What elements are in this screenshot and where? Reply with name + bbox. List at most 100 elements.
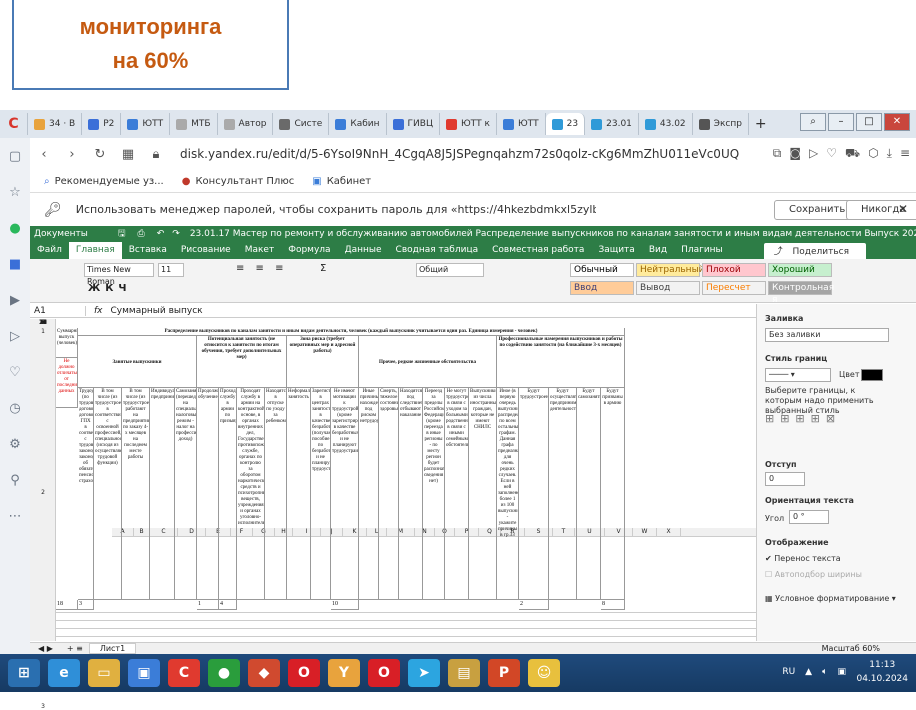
play-icon[interactable]: ▷ [809,146,818,162]
maximize-button[interactable]: □ [856,113,882,131]
extensions-icon[interactable]: ⬡ [868,146,878,162]
forward-icon[interactable]: › [58,147,86,162]
column-a-note[interactable]: Не должно отличаться от последних данных [56,358,78,408]
yandex-browser-icon[interactable]: Y [328,659,360,687]
files-icon[interactable]: ▤ [448,659,480,687]
yandex-logo-icon[interactable]: С [0,113,28,135]
blue-app-icon[interactable]: ▣ [128,659,160,687]
sidebar-favorites-icon[interactable]: ☆ [0,174,30,210]
column-header-text[interactable]: Будут призваны в армию [601,388,625,600]
cell-reference[interactable]: A1 [30,305,86,316]
column-header-text[interactable]: Выпускники из числа иностранных граждан,… [469,388,497,600]
autofit-checkbox[interactable]: ☐ Автоподбор ширины [765,570,862,579]
browser-tab[interactable]: ЮТТ к [440,113,497,135]
column-header-text[interactable]: В том числе (из трудоустроенных) в соотв… [94,388,122,600]
row-number[interactable]: 22 [30,319,56,326]
data-cell[interactable]: 18 [56,600,78,610]
browser-tab[interactable]: 34 · В [28,113,83,135]
favorite-icon[interactable]: ♡ [826,146,837,162]
cell-style-swatch[interactable]: Нейтральный [636,263,705,277]
yandex-icon[interactable]: C [168,659,200,687]
data-cell[interactable]: 4 [219,600,237,610]
windows-start-icon[interactable]: ⊞ [8,659,40,687]
column-header-text[interactable]: Неформальная занятость [287,388,311,600]
column-header-text[interactable]: Будут трудоустроены [519,388,549,600]
save-icon[interactable]: 🖫︎ [118,226,126,242]
undo-icon[interactable]: ↶ [157,229,165,239]
column-header-text[interactable]: Не имеют мотивации к трудоустройству (кр… [331,388,359,600]
cell-style-swatch[interactable]: Плохой [702,263,766,277]
zoom-level[interactable]: Масштаб 60% [822,644,880,653]
cart-icon[interactable]: ⛟ [845,146,860,162]
column-a-header[interactable]: Суммарный выпуск (человек) [56,328,78,358]
cell-style-swatch[interactable]: Вывод [636,281,700,295]
menu-item[interactable]: Вставка [122,242,174,259]
border-buttons[interactable]: ⊞⊞⊞⊞⊠ [765,412,841,425]
telegram-icon[interactable]: ➤ [408,659,440,687]
group-other-header[interactable]: Прочее, редкие жизненные обстоятельства [359,336,497,388]
camera-icon[interactable]: ◙ [789,146,801,162]
column-header-text[interactable]: Будут самозанятыми [577,388,601,600]
sidebar-more-icon[interactable]: ⋯ [0,498,30,534]
column-header-text[interactable]: Трудоустроены (по трудовому договору, до… [78,388,94,600]
close-icon[interactable]: ✕ [898,202,908,216]
data-cell[interactable]: 10 [331,600,359,610]
sidebar-send-icon[interactable]: ▷ [0,318,30,354]
clock[interactable]: 11:13 04.10.2024 [856,658,908,686]
angle-input[interactable]: 0 ° [789,510,829,524]
sidebar-settings-icon[interactable]: ⚙ [0,426,30,462]
cell-style-swatch[interactable]: Ввод [570,281,634,295]
sidebar-pin-icon[interactable]: ⚲ [0,462,30,498]
font-size-select[interactable]: 11 [158,263,184,277]
menu-item[interactable]: Сводная таблица [389,242,486,259]
sum-icon[interactable]: Σ [320,263,326,274]
new-tab-button[interactable]: + [749,113,773,135]
group-potential-header[interactable]: Потенциальная занятость (не относится к … [197,336,287,388]
explorer-icon[interactable]: ▭ [88,659,120,687]
column-header-text[interactable]: Проходят службу в армии по призыву [219,388,237,600]
menu-item[interactable]: Рисование [174,242,238,259]
bookmark-recommended[interactable]: ⌕ Рекомендуемые уз... [44,176,164,187]
language-indicator[interactable]: RU [782,667,795,677]
tray-arrow-icon[interactable]: ▲ [805,667,812,677]
browser-tab[interactable]: Кабин [329,113,387,135]
data-cell[interactable]: 3 [78,600,94,610]
data-cell[interactable]: 2 [519,600,549,610]
close-button[interactable]: ✕ [884,113,910,131]
column-header-text[interactable]: Индивидуальные предприниматели [150,388,175,600]
browser-tab[interactable]: Р2 [82,113,122,135]
column-header-text[interactable]: Будут осуществлять предпринимательскую д… [549,388,577,600]
reload-icon[interactable]: ↻ [86,147,114,162]
browser-tab[interactable]: ЮТТ [497,113,546,135]
chrome-icon[interactable]: ● [208,659,240,687]
cell-style-swatch[interactable]: Контрольная я [768,281,834,305]
column-header-text[interactable]: Самозанятые (перешедшие на специальный н… [175,388,197,600]
sheet-tab-list1[interactable]: Лист1 [88,643,137,654]
browser-tab[interactable]: Автор [218,113,274,135]
bookmark-cabinet[interactable]: ▣ Кабинет [312,176,371,187]
menu-item[interactable]: Формула [281,242,337,259]
opera-icon[interactable]: O [288,659,320,687]
border-color-swatch[interactable] [861,369,883,381]
function-icon[interactable]: fx [86,306,111,316]
search-tabs-icon[interactable]: ⌕ [800,113,826,131]
redo-icon[interactable]: ↷ [172,229,180,239]
font-name-select[interactable]: Times New Roman [84,263,154,286]
download-icon[interactable]: ⤓ [887,146,892,162]
row-number[interactable]: 2 [30,489,56,496]
formula-input[interactable]: Суммарный выпуск [111,306,203,316]
cell-style-swatch[interactable]: Обычный [570,263,634,277]
menu-item[interactable]: Совместная работа [485,242,591,259]
browser-tab[interactable]: 23.01 [585,113,639,135]
column-header-text[interactable]: Смерть, тяжелое состояние здоровья [379,388,399,600]
border-style-select[interactable]: ──── ▾ [765,368,831,382]
menu-item[interactable]: Макет [238,242,282,259]
ie-icon[interactable]: e [48,659,80,687]
browser-tab[interactable]: ЮТТ [121,113,171,135]
browser-tab[interactable]: Систе [273,113,330,135]
add-sheet-icon[interactable]: + ≡ [61,644,89,653]
row-number[interactable]: 1 [30,328,56,335]
documents-link[interactable]: Документы [34,229,88,239]
sidebar-vk-icon[interactable]: ■ [0,246,30,282]
align-icons[interactable]: ≡ ≡ ≡ [236,263,288,274]
